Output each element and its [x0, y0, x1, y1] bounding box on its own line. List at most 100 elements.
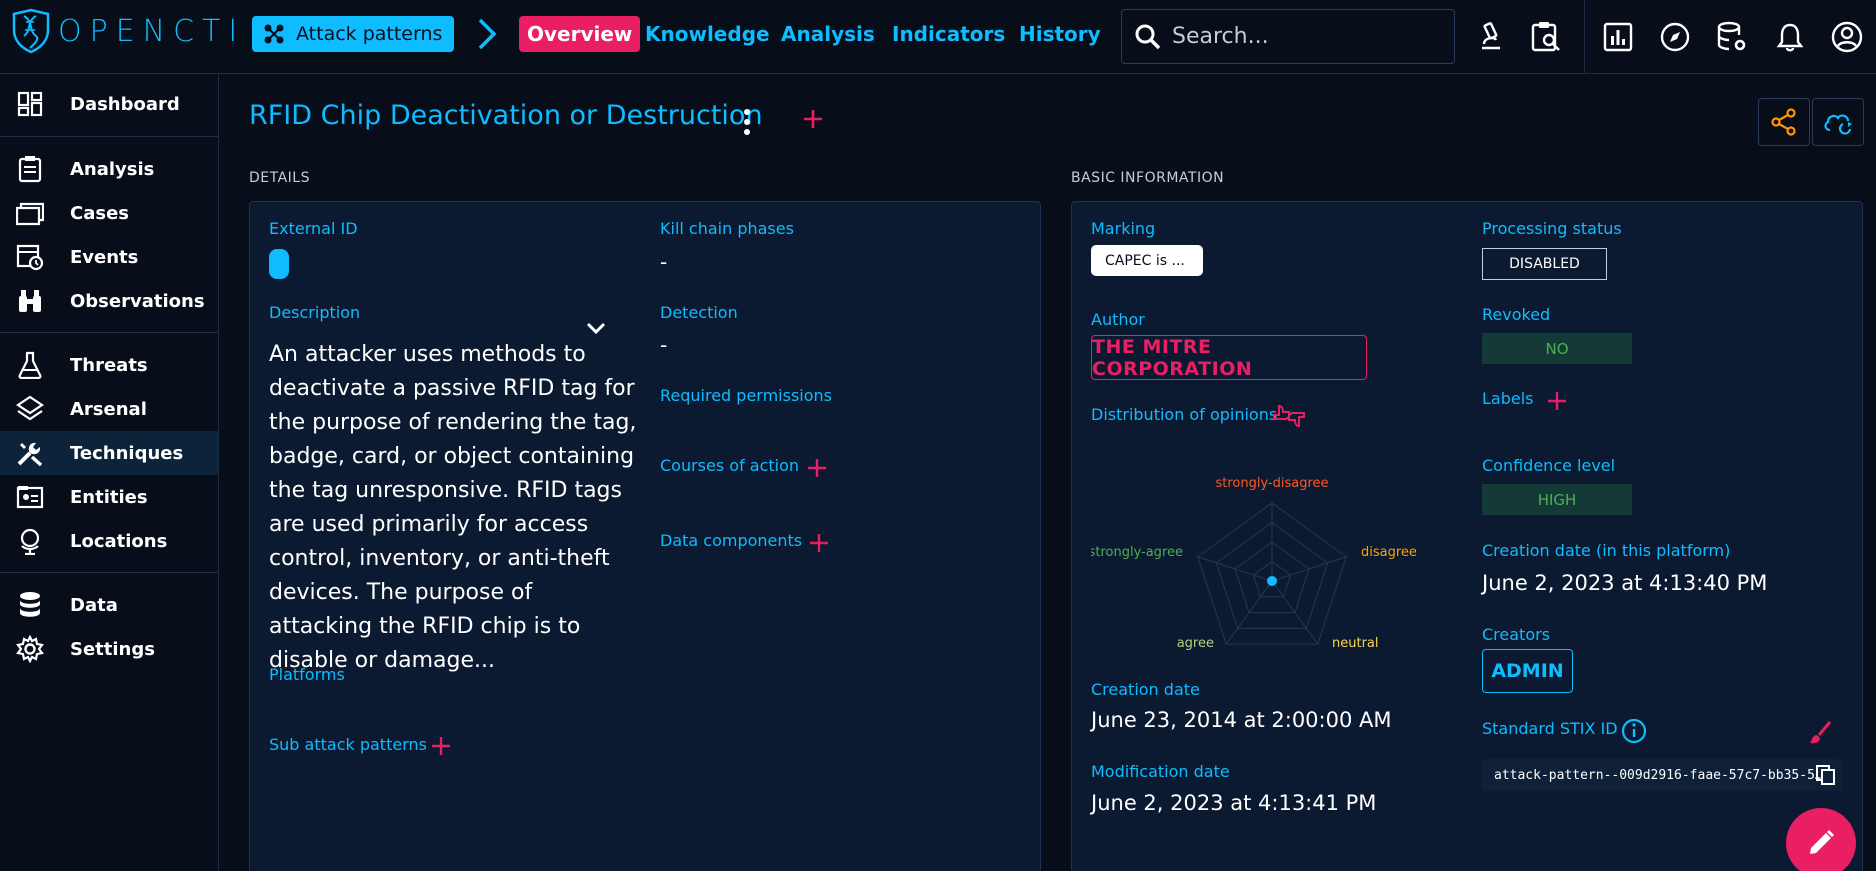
- layers-icon: [16, 395, 44, 423]
- clipboard-search-button[interactable]: [1529, 20, 1563, 54]
- creation-date-value: June 23, 2014 at 2:00:00 AM: [1091, 708, 1392, 732]
- external-id-label: External ID: [269, 219, 358, 238]
- sidebar-item-label: Threats: [70, 354, 148, 376]
- opinions-radar-chart: strongly-disagree disagree neutral agree…: [1091, 476, 1417, 651]
- external-id-chip[interactable]: [269, 249, 289, 279]
- chevron-right-icon: [478, 18, 497, 50]
- processing-status-chip: DISABLED: [1482, 248, 1607, 280]
- gear-icon: [16, 635, 44, 663]
- add-icon[interactable]: [802, 108, 824, 130]
- share-button[interactable]: [1758, 98, 1810, 146]
- sidebar-item-observations[interactable]: Observations: [0, 279, 218, 323]
- explore-button[interactable]: [1658, 20, 1692, 54]
- tab-indicators[interactable]: Indicators: [892, 16, 1005, 52]
- confidence-level-chip: HIGH: [1482, 484, 1632, 515]
- add-label-icon[interactable]: [1547, 391, 1567, 411]
- logo[interactable]: OPENCTI: [10, 8, 245, 54]
- modification-date-label: Modification date: [1091, 762, 1230, 781]
- sidebar-item-label: Data: [70, 594, 118, 616]
- labels-label: Labels: [1482, 389, 1534, 408]
- dashboards-button[interactable]: [1601, 20, 1635, 54]
- investigation-button[interactable]: [1473, 20, 1507, 54]
- edit-button[interactable]: [1786, 808, 1856, 871]
- sidebar-item-arsenal[interactable]: Arsenal: [0, 387, 218, 431]
- tab-history[interactable]: History: [1019, 16, 1101, 52]
- sidebar-item-analysis[interactable]: Analysis: [0, 147, 218, 191]
- cloud-refresh-icon: [1824, 114, 1852, 135]
- stix-id-value: attack-pattern--009d2916-faae-57c7-bb35-…: [1494, 767, 1823, 783]
- brush-icon[interactable]: [1808, 720, 1832, 746]
- share-icon: [1771, 108, 1796, 136]
- dashboard-icon: [16, 90, 44, 118]
- basic-info-section-title: BASIC INFORMATION: [1071, 170, 1225, 186]
- details-section-title: DETAILS: [249, 170, 310, 186]
- opinions-label: Distribution of opinions: [1091, 405, 1278, 424]
- search-icon: [1135, 24, 1161, 49]
- clipboard-icon: [16, 155, 44, 183]
- sidebar-item-data[interactable]: Data: [0, 583, 218, 627]
- detection-value: -: [660, 333, 668, 357]
- sidebar-item-label: Arsenal: [70, 398, 147, 420]
- attack-pattern-icon: [264, 24, 284, 44]
- add-data-component-icon[interactable]: [809, 533, 829, 553]
- description-label: Description: [269, 303, 361, 322]
- platform-creation-date-label: Creation date (in this platform): [1482, 541, 1731, 560]
- sidebar-item-techniques[interactable]: Techniques: [0, 431, 218, 475]
- sidebar-item-label: Techniques: [70, 442, 184, 464]
- notifications-button[interactable]: [1773, 20, 1807, 54]
- database-cog-icon: [1717, 21, 1746, 51]
- platform-creation-date-value: June 2, 2023 at 4:13:40 PM: [1482, 571, 1768, 595]
- profile-button[interactable]: [1830, 20, 1864, 54]
- enrichment-button[interactable]: [1812, 98, 1864, 146]
- copy-icon[interactable]: [1815, 764, 1837, 786]
- sidebar-item-label: Entities: [70, 486, 148, 508]
- stix-id-field[interactable]: attack-pattern--009d2916-faae-57c7-bb35-…: [1482, 759, 1842, 791]
- events-icon: [16, 243, 44, 271]
- required-permissions-label: Required permissions: [660, 386, 833, 405]
- search-box[interactable]: [1121, 9, 1455, 64]
- revoked-label: Revoked: [1482, 305, 1551, 324]
- sidebar-item-cases[interactable]: Cases: [0, 191, 218, 235]
- entity-type-chip[interactable]: Attack patterns: [252, 16, 455, 52]
- add-course-of-action-icon[interactable]: [807, 458, 827, 478]
- author-chip[interactable]: THE MITRE CORPORATION: [1091, 335, 1367, 380]
- search-input[interactable]: [1172, 24, 1432, 49]
- radar-label-agree: agree: [1177, 636, 1214, 651]
- platforms-label: Platforms: [269, 665, 345, 684]
- radar-grid-spoke: [1197, 556, 1273, 582]
- info-icon[interactable]: [1621, 718, 1647, 744]
- marking-chip[interactable]: CAPEC is ...: [1091, 245, 1203, 276]
- sidebar-item-locations[interactable]: Locations: [0, 519, 218, 563]
- description-text: An attacker uses methods to deactivate a…: [269, 342, 637, 673]
- sidebar-item-entities[interactable]: Entities: [0, 475, 218, 519]
- sidebar-item-events[interactable]: Events: [0, 235, 218, 279]
- tab-overview[interactable]: Overview: [519, 16, 641, 52]
- chevron-down-icon[interactable]: [584, 320, 608, 338]
- sidebar-item-label: Settings: [70, 638, 155, 660]
- logo-icon: [12, 8, 50, 54]
- add-sub-attack-pattern-icon[interactable]: [431, 736, 451, 756]
- sidebar-item-dashboard[interactable]: Dashboard: [0, 82, 218, 126]
- revoked-chip: NO: [1482, 333, 1632, 364]
- top-bar: OPENCTI Attack patterns Overview Knowled…: [0, 0, 1876, 74]
- modification-date-value: June 2, 2023 at 4:13:41 PM: [1091, 791, 1377, 815]
- tab-analysis[interactable]: Analysis: [781, 16, 875, 52]
- more-vert-icon[interactable]: [740, 108, 754, 136]
- creators-label: Creators: [1482, 625, 1551, 644]
- courses-of-action-label: Courses of action: [660, 456, 800, 475]
- thumbs-up-down-icon[interactable]: [1272, 402, 1306, 432]
- data-settings-button[interactable]: [1715, 20, 1749, 54]
- cases-icon: [16, 199, 44, 227]
- sidebar-item-settings[interactable]: Settings: [0, 627, 218, 671]
- sidebar-item-label: Cases: [70, 202, 129, 224]
- kill-chain-label: Kill chain phases: [660, 219, 794, 238]
- radar-label-disagree: disagree: [1361, 545, 1417, 560]
- entities-icon: [16, 483, 44, 511]
- clipboard-search-icon: [1531, 22, 1560, 52]
- pencil-icon: [1810, 829, 1835, 854]
- creator-chip[interactable]: ADMIN: [1482, 649, 1573, 693]
- marking-label: Marking: [1091, 219, 1156, 238]
- tab-knowledge[interactable]: Knowledge: [645, 16, 770, 52]
- sidebar-item-threats[interactable]: Threats: [0, 343, 218, 387]
- author-label: Author: [1091, 310, 1145, 329]
